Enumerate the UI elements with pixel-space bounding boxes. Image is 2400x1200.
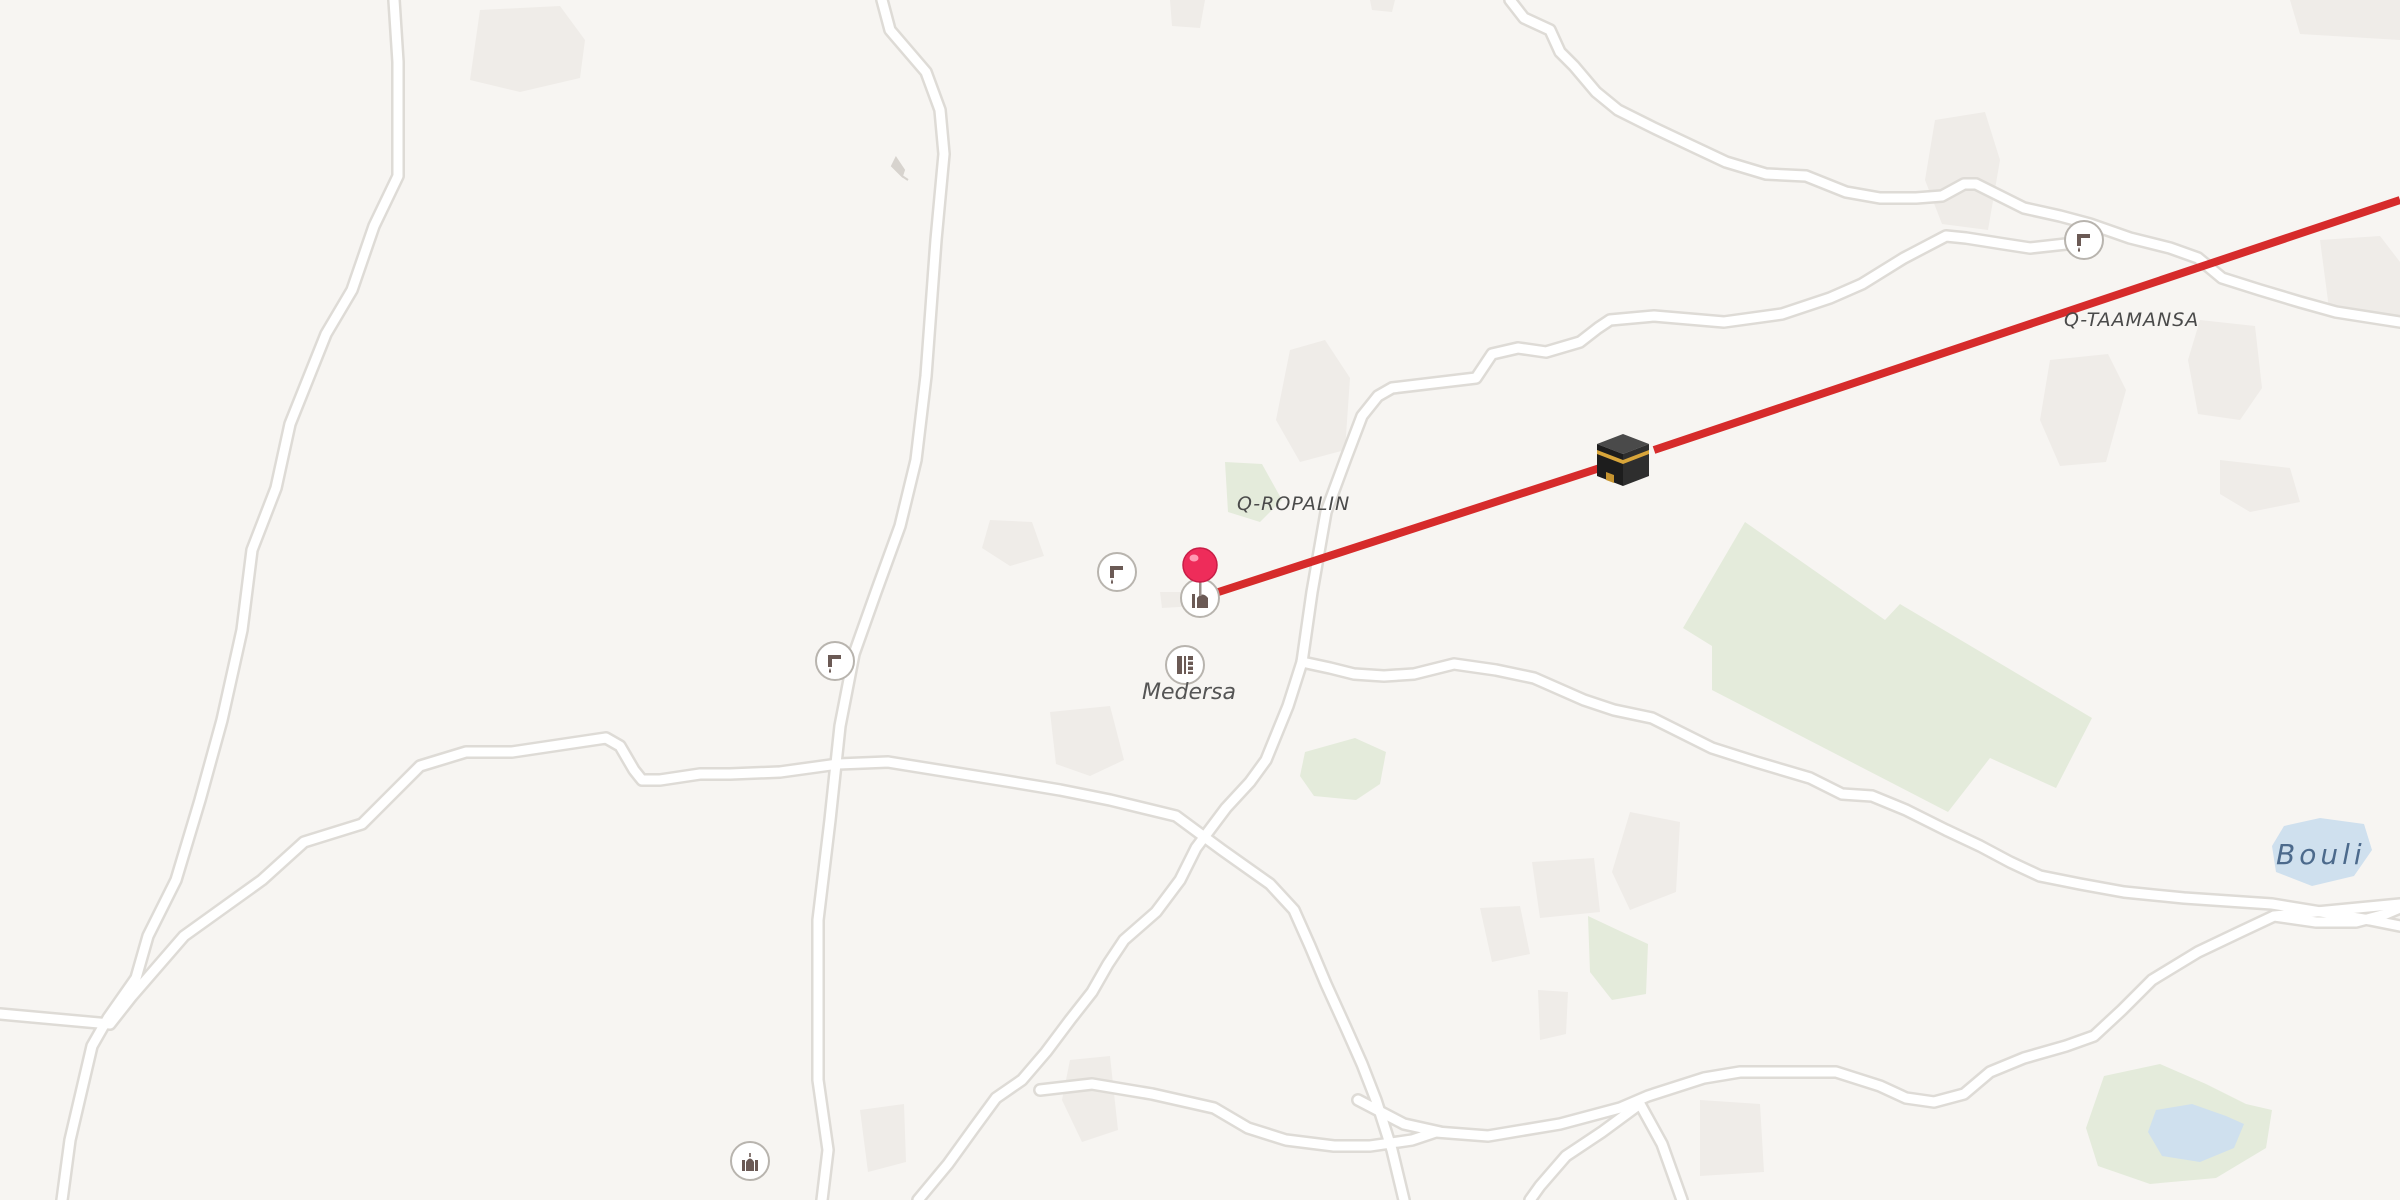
map-pin-icon bbox=[1182, 547, 1218, 596]
kaaba-icon bbox=[1597, 434, 1649, 486]
label-medersa: Medersa bbox=[1142, 680, 1237, 705]
label-bouli: Bouli bbox=[2276, 838, 2366, 871]
school-icon bbox=[1177, 656, 1193, 674]
water-tap-poi[interactable] bbox=[2064, 220, 2104, 260]
building-footprints bbox=[470, 0, 2400, 1176]
water-tap-poi[interactable] bbox=[815, 641, 855, 681]
mosque-icon bbox=[742, 1153, 758, 1171]
water-tap-icon bbox=[828, 655, 841, 673]
label-q-taamansa: Q-TAAMANSA bbox=[2064, 309, 2200, 331]
map-canvas[interactable]: Q-ROPALIN Q-TAAMANSA Medersa Bouli bbox=[0, 0, 2400, 1200]
school-poi[interactable] bbox=[1165, 645, 1205, 685]
water-tap-icon bbox=[1110, 566, 1123, 584]
label-q-ropalin: Q-ROPALIN bbox=[1237, 493, 1351, 515]
water-tap-poi[interactable] bbox=[1097, 552, 1137, 592]
small-feature bbox=[890, 156, 909, 181]
water-tap-icon bbox=[2077, 234, 2090, 252]
mosque-poi[interactable] bbox=[730, 1141, 770, 1181]
